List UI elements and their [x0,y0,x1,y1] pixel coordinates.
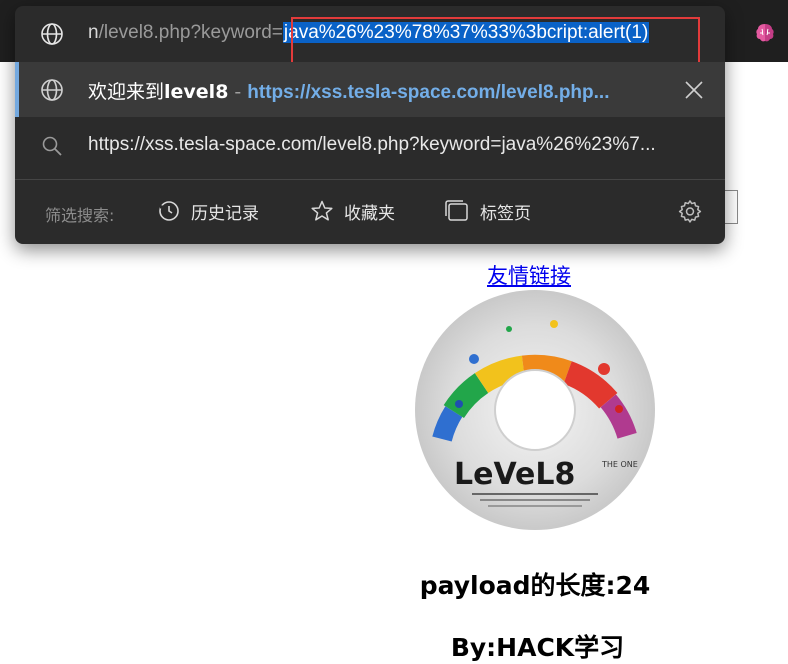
search-suggestion-text: https://xss.tesla-space.com/level8.php?k… [88,134,656,155]
gear-icon[interactable] [677,199,703,225]
suggestion-url: https://xss.tesla-space.com/level8.php..… [247,82,610,103]
selected-indicator [15,62,19,117]
suggestion-level8-page[interactable]: 欢迎来到level8- https://xss.tesla-space.com/l… [15,62,725,117]
suggestion-search[interactable]: https://xss.tesla-space.com/level8.php?k… [15,117,725,174]
friend-link[interactable]: 友情链接 [487,260,571,290]
url-prefix-visible: n [88,22,99,43]
payload-highlight-box [291,17,700,67]
filter-bar: 筛选搜索: 历史记录 收藏夹 标签页 [15,180,725,244]
payload-length-text: payload的长度:24 [419,571,651,600]
disc-title: LeVeL8 [454,457,575,492]
level8-disc-image: LeVeL8 THE ONE [414,289,656,531]
star-icon [311,200,333,221]
tabs-icon [445,200,468,221]
address-bar-dropdown: n/level8.php?keyword=java%26%23%78%37%33… [15,6,725,244]
filter-label: 筛选搜索: [45,206,115,225]
address-bar-input[interactable]: n/level8.php?keyword=java%26%23%78%37%33… [15,6,725,67]
filter-tabs-label: 标签页 [480,203,531,224]
filter-favorites-button[interactable]: 收藏夹 [310,196,395,226]
suggestion-title-prefix: 欢迎来到 [88,81,165,103]
suggestion-separator: - [234,81,242,103]
filter-favorites-label: 收藏夹 [344,203,395,224]
brain-extension-icon[interactable] [752,20,778,46]
url-path: /level8.php?keyword= [98,22,283,43]
byline-text: By:HACK学习 [450,633,625,662]
search-icon [42,136,62,156]
close-icon[interactable] [684,80,704,100]
globe-icon [41,23,63,45]
filter-tabs-button[interactable]: 标签页 [444,196,531,226]
globe-icon [41,79,63,101]
suggestion-title-bold: level8 [164,81,229,103]
disc-subtitle: THE ONE [601,460,638,469]
filter-history-button[interactable]: 历史记录 [157,196,259,226]
history-icon [158,201,179,221]
suggestion-title: 欢迎来到level8- https://xss.tesla-space.com/l… [88,77,609,104]
filter-history-label: 历史记录 [191,203,259,224]
